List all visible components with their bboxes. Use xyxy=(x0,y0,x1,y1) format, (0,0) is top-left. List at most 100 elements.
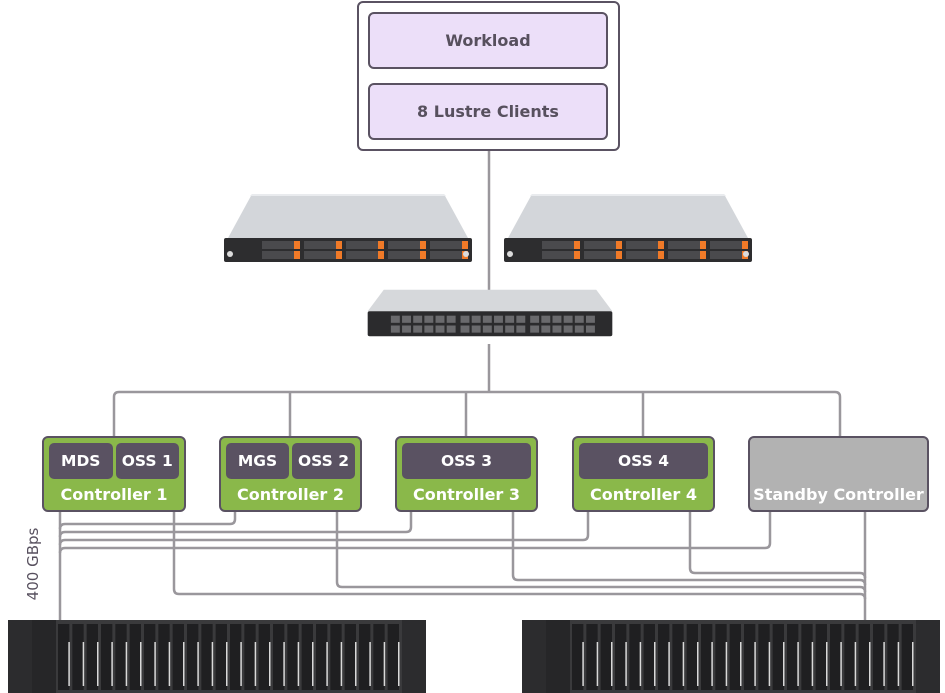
drive-release-tab xyxy=(700,241,706,249)
switch-port xyxy=(471,315,481,323)
workload-box[interactable]: Workload xyxy=(368,12,608,69)
drive-handle xyxy=(768,642,771,686)
drive-handle xyxy=(383,642,386,686)
switch-port xyxy=(541,315,551,323)
controller-label: Standby Controller xyxy=(753,485,924,504)
drive-slot xyxy=(187,624,199,690)
storage-enclosure-2[interactable] xyxy=(522,618,940,693)
drive-slot xyxy=(701,624,713,690)
rack-screw-icon xyxy=(507,251,513,257)
drive-handle xyxy=(240,642,242,686)
switch-port xyxy=(413,315,423,323)
drive-slot xyxy=(373,624,385,690)
drive-handle xyxy=(725,642,728,686)
server-2[interactable] xyxy=(502,192,754,267)
network-switch[interactable] xyxy=(351,288,629,338)
drive-handle xyxy=(625,642,627,686)
role-oss-4: OSS 4 xyxy=(579,443,708,479)
drive-slot xyxy=(172,624,184,690)
controller-roles: MDS OSS 1 xyxy=(49,443,179,479)
drive-handle xyxy=(269,642,271,686)
drive-release-tab xyxy=(574,241,580,249)
drive-release-tab xyxy=(420,241,426,249)
drive-release-tab xyxy=(378,241,384,249)
drive-slot xyxy=(686,624,698,690)
drive-release-tab xyxy=(658,251,664,259)
drive-slot xyxy=(815,624,827,690)
drive-bay xyxy=(304,241,336,249)
switch-port xyxy=(530,315,540,323)
drive-slot xyxy=(387,624,399,690)
workload-label: Workload xyxy=(445,31,531,50)
switch-port xyxy=(460,325,470,333)
storage-enclosure-1[interactable] xyxy=(8,618,426,693)
drive-slot xyxy=(586,624,598,690)
right-branch-line-1 xyxy=(688,511,867,579)
drive-handle xyxy=(312,642,314,686)
drive-handle xyxy=(840,642,842,686)
enclosure-right-ear xyxy=(916,620,940,693)
drive-slot xyxy=(201,624,213,690)
drive-slot xyxy=(715,624,727,690)
drive-bay xyxy=(388,241,420,249)
drive-slot xyxy=(772,624,784,690)
switch-port xyxy=(424,315,434,323)
controller-1[interactable]: MDS OSS 1 Controller 1 xyxy=(42,436,186,512)
drive-handle xyxy=(125,642,128,686)
drive-slot xyxy=(844,624,856,690)
drive-handle xyxy=(611,642,613,686)
switch-port xyxy=(574,325,584,333)
drive-handle xyxy=(355,642,357,686)
controller-2[interactable]: MGS OSS 2 Controller 2 xyxy=(219,436,362,512)
drive-bay xyxy=(668,241,700,249)
drive-handle xyxy=(811,642,814,686)
switch-port xyxy=(494,325,503,333)
drive-handle xyxy=(639,642,642,686)
drive-slot xyxy=(101,624,113,690)
drive-slot xyxy=(344,624,356,690)
drive-handle xyxy=(140,642,142,686)
drive-slot xyxy=(729,624,741,690)
lustre-clients-box[interactable]: 8 Lustre Clients xyxy=(368,83,608,140)
controller-3[interactable]: OSS 3 Controller 3 xyxy=(395,436,538,512)
switch-port xyxy=(424,325,434,333)
drive-slot xyxy=(287,624,299,690)
rack-screw-icon xyxy=(743,251,749,257)
switch-port xyxy=(505,325,515,333)
drive-release-tab xyxy=(574,251,580,259)
enclosure-control-panel xyxy=(546,620,570,693)
drive-release-tab xyxy=(420,251,426,259)
switch-port xyxy=(563,325,573,333)
drive-slot xyxy=(629,624,641,690)
server-1[interactable] xyxy=(222,192,474,267)
enclosure-left-ear xyxy=(522,620,546,693)
controller-4[interactable]: OSS 4 Controller 4 xyxy=(572,436,715,512)
drive-bay xyxy=(262,241,294,249)
drive-slot xyxy=(86,624,98,690)
drive-handle xyxy=(326,642,328,686)
drive-handle xyxy=(254,642,257,686)
drive-slot xyxy=(830,624,842,690)
switch-port xyxy=(402,315,411,323)
server-top-edge xyxy=(250,194,446,196)
switch-port xyxy=(585,325,595,333)
drive-slot xyxy=(158,624,170,690)
role-mgs: MGS xyxy=(226,443,289,479)
standby-controller[interactable]: Standby Controller xyxy=(748,436,929,512)
drive-bay xyxy=(346,251,378,259)
drive-handle xyxy=(197,642,199,686)
switch-port xyxy=(471,325,481,333)
switch-top-panel xyxy=(367,289,613,312)
switch-port xyxy=(552,315,562,323)
drive-slot xyxy=(144,624,156,690)
drive-slot xyxy=(273,624,285,690)
drive-handle xyxy=(854,642,857,686)
drive-release-tab xyxy=(336,241,342,249)
enclosure-right-ear xyxy=(402,620,426,693)
controller-bus-line xyxy=(112,390,842,437)
drive-release-tab xyxy=(336,251,342,259)
switch-port xyxy=(413,325,423,333)
role-mds: MDS xyxy=(49,443,113,479)
drive-handle xyxy=(111,642,113,686)
drive-slot xyxy=(215,624,227,690)
